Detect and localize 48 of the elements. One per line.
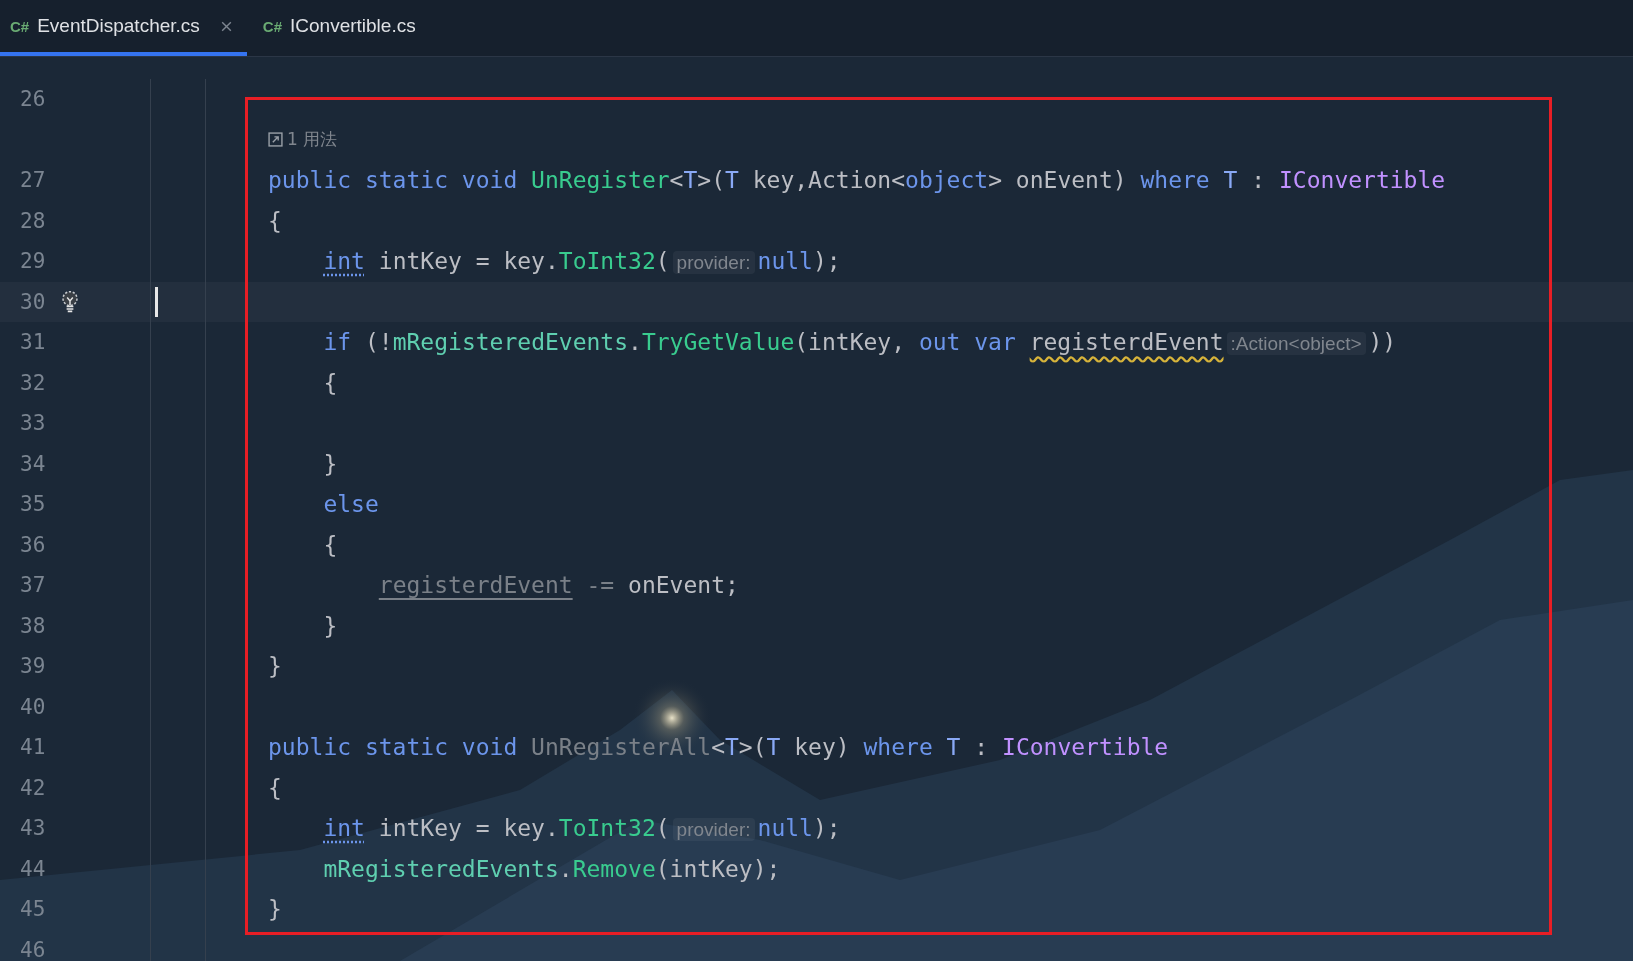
line-number: 46 (20, 937, 46, 961)
code-line: } (322, 450, 338, 477)
line-number: 37 (20, 573, 46, 598)
line-number: 26 (20, 87, 46, 112)
code-line: if (!mRegisteredEvents.TryGetValue(intKey, out var registerdEvent :Action<object> )) (322, 329, 1397, 356)
line-number: 31 (20, 330, 46, 355)
lightbulb-icon[interactable] (61, 289, 80, 314)
usages-link[interactable]: 1 用法 (287, 128, 338, 152)
line-number: 35 (20, 492, 46, 517)
line-number: 41 (20, 735, 46, 760)
line-number: 45 (20, 897, 46, 922)
line-number: 30 (20, 289, 46, 314)
file-tab[interactable]: C# EventDispatcher.cs (0, 0, 247, 56)
code-line: public static void UnRegisterAll<T>(T key) where T : IConvertible (268, 734, 1169, 761)
code-line: { (322, 531, 338, 558)
line-number: 34 (20, 451, 46, 476)
line-number: 27 (20, 168, 46, 193)
tab-label: IConvertible.cs (290, 15, 416, 37)
line-number: 40 (20, 694, 46, 719)
line-number: 38 (20, 613, 46, 638)
tab-label: EventDispatcher.cs (37, 15, 200, 37)
code-line: { (268, 774, 282, 801)
line-number: 32 (20, 370, 46, 395)
text-cursor (155, 286, 158, 317)
line-number: 43 (20, 816, 46, 841)
file-tab[interactable]: C# IConvertible.cs (252, 0, 430, 56)
code-line: int intKey = key.ToInt32( provider: null); (322, 815, 841, 842)
line-number: 29 (20, 249, 46, 274)
code-line: { (322, 369, 338, 396)
code-line: mRegisteredEvents.Remove(intKey); (322, 855, 781, 882)
line-number: 39 (20, 654, 46, 679)
close-icon[interactable] (219, 19, 233, 33)
csharp-file-icon: C# (10, 17, 30, 35)
code-line: public static void UnRegister<T>(T key,Action<object> onEvent) where T : IConvertible (268, 167, 1446, 194)
code-line: { (268, 207, 282, 234)
code-line: } (268, 896, 282, 923)
code-line: } (268, 653, 282, 680)
csharp-file-icon: C# (262, 17, 282, 35)
code-line: int intKey = key.ToInt32( provider: null); (322, 248, 841, 275)
line-number: 44 (20, 856, 46, 881)
line-number: 28 (20, 208, 46, 233)
code-line: registerdEvent -= onEvent; (377, 572, 739, 599)
line-number: 36 (20, 532, 46, 557)
line-number: 42 (20, 775, 46, 800)
line-number: 33 (20, 411, 46, 436)
code-line: else (322, 491, 379, 518)
external-link-icon (268, 132, 283, 148)
code-line: } (322, 612, 338, 639)
